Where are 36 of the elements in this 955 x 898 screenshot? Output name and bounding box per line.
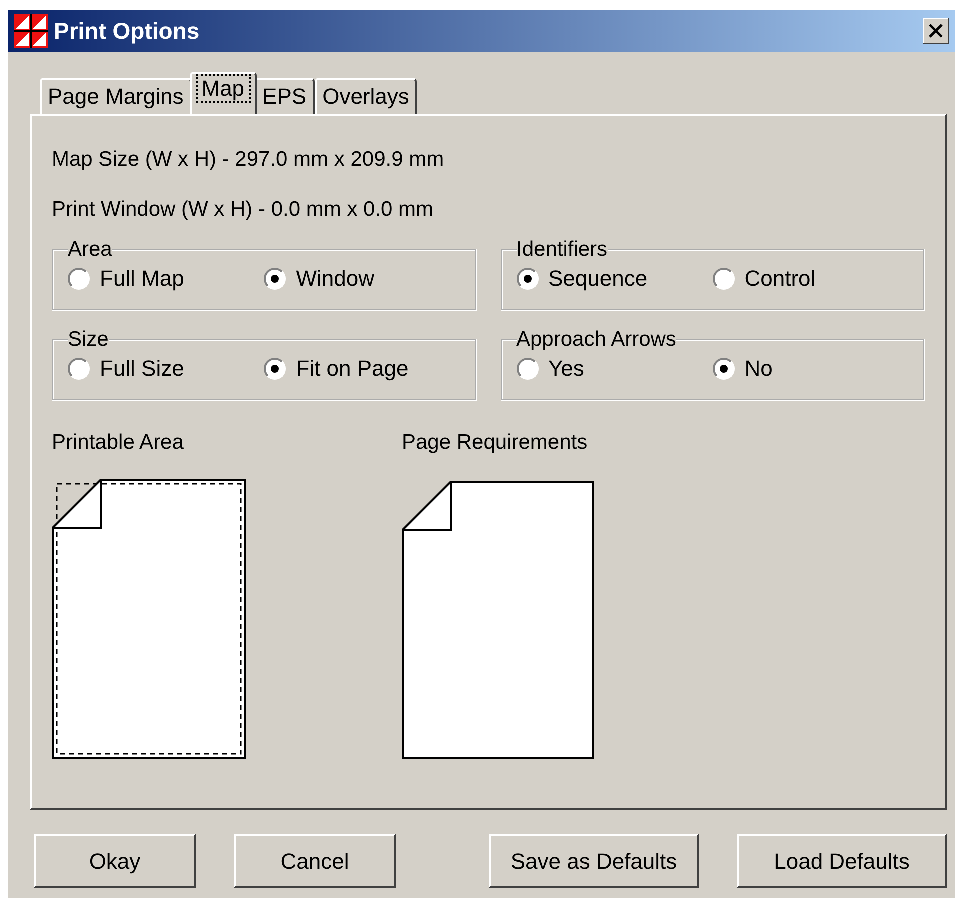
group-label: Size — [68, 329, 109, 350]
radio-option[interactable]: Fit on Page — [264, 352, 460, 385]
radio-option[interactable]: Control — [712, 262, 909, 295]
tab[interactable]: Page Margins — [40, 78, 192, 114]
radio-button[interactable] — [516, 268, 538, 290]
info-text: Map Size (W x H) - 297.0 mm x 209.9 mm — [52, 147, 446, 173]
radio-button[interactable] — [264, 358, 286, 380]
preview-label: Printable Area — [52, 430, 184, 456]
close-button[interactable] — [923, 18, 949, 44]
radio-option[interactable]: Yes — [516, 352, 713, 385]
radio-button[interactable] — [516, 358, 538, 380]
radio-option[interactable]: Sequence — [516, 262, 713, 295]
radio-option[interactable]: Window — [264, 262, 460, 295]
tab[interactable]: Map — [190, 72, 257, 114]
app-icon — [14, 14, 48, 48]
info-text: Print Window (W x H) - 0.0 mm x 0.0 mm — [52, 196, 435, 222]
radio-button[interactable] — [712, 268, 735, 290]
window-title: Print Options — [54, 16, 200, 46]
tab[interactable]: EPS — [254, 78, 315, 114]
radio-option[interactable]: Full Map — [68, 262, 264, 295]
dialog-button[interactable]: Cancel — [234, 834, 396, 888]
close-icon — [929, 24, 943, 38]
dialog-button[interactable]: Save as Defaults — [489, 834, 699, 888]
radio-option[interactable]: Full Size — [68, 352, 264, 385]
radio-button[interactable] — [68, 358, 90, 380]
radio-button[interactable] — [712, 358, 735, 380]
radio-option[interactable]: No — [712, 352, 909, 385]
radio-button[interactable] — [68, 268, 90, 290]
group-label: Identifiers — [516, 239, 608, 260]
dialog-button[interactable]: Okay — [34, 834, 196, 888]
group-label: Approach Arrows — [516, 329, 676, 350]
radio-button[interactable] — [264, 268, 286, 290]
tab[interactable]: Overlays — [314, 78, 418, 114]
dialog-button[interactable]: Load Defaults — [737, 834, 947, 888]
preview-label: Page Requirements — [402, 430, 588, 456]
group-label: Area — [68, 239, 112, 260]
